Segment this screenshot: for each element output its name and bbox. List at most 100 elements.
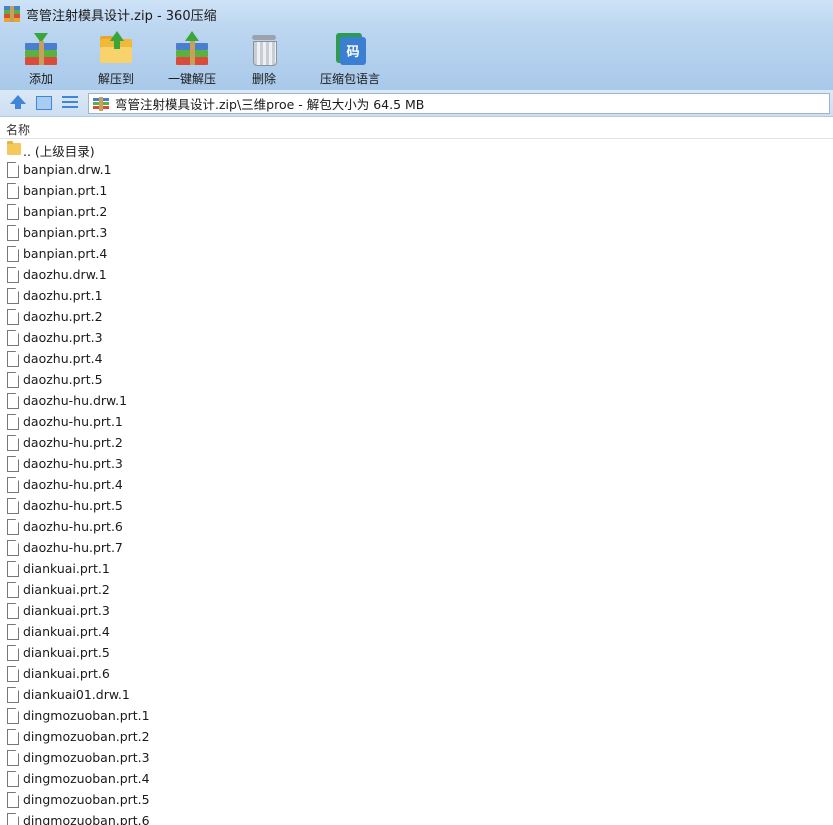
file-row[interactable]: daozhu-hu.prt.6 — [0, 517, 833, 538]
thumbnail-view-icon[interactable] — [36, 96, 52, 110]
file-row[interactable]: diankuai.prt.5 — [0, 643, 833, 664]
file-row[interactable]: diankuai.prt.3 — [0, 601, 833, 622]
file-icon — [7, 729, 19, 745]
file-name: dingmozuoban.prt.5 — [23, 792, 150, 807]
file-name: daozhu.prt.1 — [23, 288, 103, 303]
file-row[interactable]: diankuai.prt.6 — [0, 664, 833, 685]
file-icon — [7, 582, 19, 598]
file-row[interactable]: daozhu-hu.prt.1 — [0, 412, 833, 433]
file-icon — [7, 330, 19, 346]
file-icon — [7, 477, 19, 493]
file-row[interactable]: banpian.prt.2 — [0, 202, 833, 223]
file-icon — [7, 813, 19, 825]
address-field[interactable]: 弯管注射模具设计.zip\三维proe - 解包大小为 64.5 MB — [88, 93, 830, 114]
address-bar-row: 弯管注射模具设计.zip\三维proe - 解包大小为 64.5 MB — [0, 90, 833, 117]
file-icon — [7, 162, 19, 178]
file-row[interactable]: diankuai.prt.1 — [0, 559, 833, 580]
file-icon — [7, 561, 19, 577]
file-row[interactable]: daozhu-hu.prt.7 — [0, 538, 833, 559]
column-header-name[interactable]: 名称 — [6, 121, 30, 138]
file-row[interactable]: daozhu-hu.prt.5 — [0, 496, 833, 517]
file-name: daozhu-hu.prt.4 — [23, 477, 123, 492]
title-bar[interactable]: 弯管注射模具设计.zip - 360压缩 — [0, 0, 833, 28]
file-row[interactable]: daozhu.prt.1 — [0, 286, 833, 307]
list-view-icon[interactable] — [62, 96, 78, 110]
file-row[interactable]: banpian.prt.3 — [0, 223, 833, 244]
file-row[interactable]: diankuai.prt.2 — [0, 580, 833, 601]
file-name: banpian.prt.2 — [23, 204, 108, 219]
file-name: dingmozuoban.prt.1 — [23, 708, 150, 723]
file-icon — [7, 246, 19, 262]
extract-to-button[interactable]: 解压到 — [76, 28, 156, 90]
file-row[interactable]: banpian.prt.4 — [0, 244, 833, 265]
file-name: banpian.prt.1 — [23, 183, 108, 198]
file-row[interactable]: daozhu-hu.prt.4 — [0, 475, 833, 496]
file-icon — [7, 708, 19, 724]
file-row[interactable]: dingmozuoban.prt.4 — [0, 769, 833, 790]
extract-to-folder-icon — [98, 31, 134, 65]
file-icon — [7, 288, 19, 304]
file-name: diankuai01.drw.1 — [23, 687, 130, 702]
file-icon — [7, 414, 19, 430]
add-archive-icon — [23, 31, 59, 65]
file-name: daozhu-hu.prt.5 — [23, 498, 123, 513]
archive-language-button[interactable]: 码 压缩包语言 — [300, 28, 400, 90]
file-icon — [7, 351, 19, 367]
file-row[interactable]: daozhu.drw.1 — [0, 265, 833, 286]
file-row[interactable]: daozhu-hu.prt.2 — [0, 433, 833, 454]
file-row[interactable]: daozhu.prt.5 — [0, 370, 833, 391]
file-row[interactable]: daozhu-hu.prt.3 — [0, 454, 833, 475]
file-icon — [7, 540, 19, 556]
file-row[interactable]: dingmozuoban.prt.1 — [0, 706, 833, 727]
file-row[interactable]: dingmozuoban.prt.6 — [0, 811, 833, 825]
file-row[interactable]: banpian.prt.1 — [0, 181, 833, 202]
one-click-extract-icon — [174, 31, 210, 65]
file-name: daozhu-hu.prt.3 — [23, 456, 123, 471]
up-arrow-stem[interactable] — [15, 103, 21, 109]
file-icon — [7, 687, 19, 703]
file-icon — [7, 267, 19, 283]
file-name: daozhu.prt.2 — [23, 309, 103, 324]
file-row[interactable]: dingmozuoban.prt.5 — [0, 790, 833, 811]
file-icon — [7, 456, 19, 472]
file-row[interactable]: diankuai01.drw.1 — [0, 685, 833, 706]
file-icon — [7, 624, 19, 640]
file-icon — [7, 183, 19, 199]
extract-to-button-label: 解压到 — [97, 72, 134, 86]
trash-icon — [246, 31, 282, 66]
file-row[interactable]: daozhu.prt.2 — [0, 307, 833, 328]
toolbar: 添加 解压到 一键解压 删除 码 压缩包语言 — [0, 28, 833, 90]
file-icon — [7, 435, 19, 451]
file-name: diankuai.prt.2 — [23, 582, 110, 597]
file-row[interactable]: dingmozuoban.prt.2 — [0, 727, 833, 748]
archive-language-button-label: 压缩包语言 — [319, 72, 380, 86]
file-row[interactable]: dingmozuoban.prt.3 — [0, 748, 833, 769]
file-row[interactable]: diankuai.prt.4 — [0, 622, 833, 643]
one-click-extract-button[interactable]: 一键解压 — [156, 28, 228, 90]
file-row[interactable]: daozhu.prt.4 — [0, 349, 833, 370]
file-name: banpian.prt.4 — [23, 246, 108, 261]
file-icon — [7, 771, 19, 787]
file-name: daozhu-hu.drw.1 — [23, 393, 128, 408]
folder-icon — [7, 141, 21, 156]
file-name: dingmozuoban.prt.4 — [23, 771, 150, 786]
file-name: daozhu-hu.prt.6 — [23, 519, 123, 534]
add-button[interactable]: 添加 — [6, 28, 76, 90]
file-row[interactable]: daozhu.prt.3 — [0, 328, 833, 349]
file-row[interactable]: daozhu-hu.drw.1 — [0, 391, 833, 412]
archive-window: 弯管注射模具设计.zip - 360压缩 添加 解压到 一键解压 删除 码 压缩… — [0, 0, 833, 825]
language-icon: 码 — [332, 31, 368, 65]
file-name: .. (上级目录) — [23, 144, 95, 159]
file-icon — [7, 792, 19, 808]
address-path: 弯管注射模具设计.zip\三维proe - 解包大小为 64.5 MB — [115, 97, 425, 112]
delete-button-label: 删除 — [251, 72, 276, 86]
language-glyph: 码 — [346, 45, 360, 60]
one-click-extract-button-label: 一键解压 — [167, 72, 216, 86]
file-name: daozhu.prt.4 — [23, 351, 103, 366]
file-row[interactable]: banpian.drw.1 — [0, 160, 833, 181]
archive-app-icon — [4, 6, 20, 22]
file-name: diankuai.prt.6 — [23, 666, 110, 681]
delete-button[interactable]: 删除 — [228, 28, 300, 90]
file-icon — [7, 519, 19, 535]
parent-directory-row[interactable]: .. (上级目录) — [0, 139, 833, 160]
